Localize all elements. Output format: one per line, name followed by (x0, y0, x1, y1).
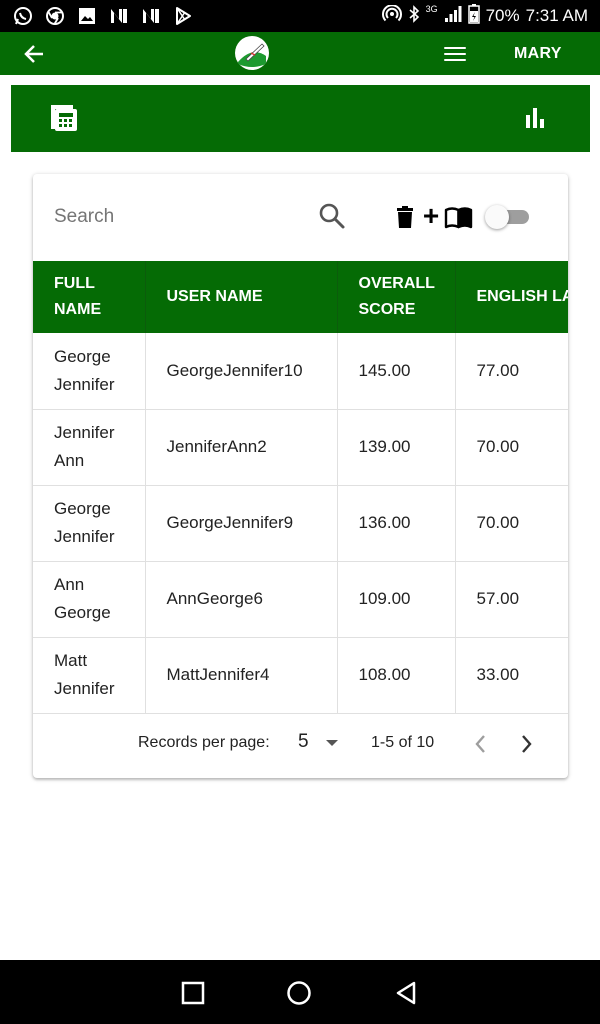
cell-overall-score: 108.00 (337, 637, 456, 714)
calculator-button[interactable] (49, 103, 79, 133)
table-header-row: FULL NAME USER NAME OVERALL SCORE ENGLIS… (33, 261, 568, 333)
table-row[interactable]: Matt Jennifer MattJennifer4 108.00 33.00 (33, 637, 568, 714)
search-button[interactable] (317, 201, 347, 231)
cell-overall-score: 109.00 (337, 561, 456, 638)
cell-user-name: MattJennifer4 (145, 637, 338, 714)
bluetooth-icon (408, 4, 420, 28)
next-page-button[interactable] (516, 732, 536, 756)
header-full-name[interactable]: FULL NAME (33, 261, 146, 333)
plus-icon: + (422, 200, 440, 231)
app-bar: MARY (0, 32, 600, 75)
app-logo[interactable] (235, 36, 269, 70)
pagination: Records per page: 5 1-5 of 10 (33, 718, 568, 768)
back-nav-button[interactable] (393, 980, 419, 1006)
image-icon (76, 5, 98, 27)
user-name[interactable]: MARY (514, 45, 562, 63)
cell-full-name: Matt Jennifer (33, 637, 146, 714)
hamburger-icon-line (444, 59, 466, 61)
open-book-icon (444, 207, 473, 229)
cell-full-name: Jennifer Ann (33, 409, 146, 486)
add-button[interactable]: + (419, 200, 443, 231)
play-store-icon (172, 5, 194, 27)
page-range: 1-5 of 10 (371, 734, 435, 751)
cell-english-language: 77.00 (455, 333, 568, 410)
cell-full-name: Ann George (33, 561, 146, 638)
dropdown-arrow-icon[interactable] (326, 740, 338, 746)
chevron-right-icon (522, 735, 532, 753)
home-button[interactable] (286, 980, 312, 1006)
cell-english-language: 33.00 (455, 637, 568, 714)
hotspot-icon (381, 3, 402, 28)
cell-user-name: GeorgeJennifer10 (145, 333, 338, 410)
cell-overall-score: 139.00 (337, 409, 456, 486)
battery-percent: 70% (485, 6, 520, 25)
recents-button[interactable] (180, 980, 206, 1006)
battery-icon (467, 3, 480, 29)
hamburger-icon-line (444, 53, 466, 55)
system-nav-bar (0, 960, 600, 1024)
logo-icon (236, 37, 268, 69)
data-table-card: + FULL NAME USER NAME OVERALL SCORE ENGL… (33, 174, 568, 778)
cell-user-name: JenniferAnn2 (145, 409, 338, 486)
bar-chart-icon (526, 108, 544, 128)
arrow-back-icon (24, 45, 43, 63)
clock: 7:31 AM (525, 6, 588, 25)
network-type: 3G (425, 4, 438, 14)
cell-user-name: GeorgeJennifer9 (145, 485, 338, 562)
triangle-back-icon (396, 981, 416, 1005)
records-per-page-select[interactable]: 5 (298, 731, 309, 753)
toggle-thumb (485, 205, 509, 229)
n-app-icon (108, 5, 130, 27)
chevron-left-icon (475, 735, 485, 753)
toolbar (11, 85, 590, 152)
header-user-name[interactable]: USER NAME (145, 261, 338, 333)
book-button[interactable] (444, 205, 473, 229)
header-english-language[interactable]: ENGLISH LANGUAGE (455, 261, 568, 333)
hamburger-icon-line (444, 47, 466, 49)
delete-button[interactable] (393, 205, 417, 229)
chrome-icon (44, 5, 66, 27)
table-row[interactable]: George Jennifer GeorgeJennifer9 136.00 7… (33, 485, 568, 562)
n-app-icon (140, 5, 162, 27)
search-icon (319, 203, 345, 229)
cell-english-language: 70.00 (455, 485, 568, 562)
table-row[interactable]: George Jennifer GeorgeJennifer10 145.00 … (33, 333, 568, 410)
cell-overall-score: 145.00 (337, 333, 456, 410)
square-icon (181, 981, 205, 1005)
trash-icon (397, 206, 413, 228)
table-row[interactable]: Jennifer Ann JenniferAnn2 139.00 70.00 (33, 409, 568, 486)
cell-user-name: AnnGeorge6 (145, 561, 338, 638)
back-button[interactable] (20, 40, 48, 68)
search-input[interactable] (54, 202, 314, 232)
signal-icon (444, 5, 462, 28)
cell-overall-score: 136.00 (337, 485, 456, 562)
calculator-icon (51, 105, 77, 131)
menu-button[interactable] (442, 42, 468, 66)
header-overall-score[interactable]: OVERALL SCORE (337, 261, 456, 333)
cell-english-language: 57.00 (455, 561, 568, 638)
circle-icon (287, 981, 311, 1005)
whatsapp-icon (12, 5, 34, 27)
status-bar: 3G 70% 7:31 AM (0, 0, 600, 32)
previous-page-button[interactable] (471, 732, 491, 756)
records-per-page-label: Records per page: (138, 734, 270, 751)
cell-full-name: George Jennifer (33, 485, 146, 562)
table-row[interactable]: Ann George AnnGeorge6 109.00 57.00 (33, 561, 568, 638)
cell-full-name: George Jennifer (33, 333, 146, 410)
chart-button[interactable] (522, 105, 548, 131)
cell-english-language: 70.00 (455, 409, 568, 486)
data-table: FULL NAME USER NAME OVERALL SCORE ENGLIS… (33, 261, 568, 714)
toggle-switch[interactable] (485, 205, 531, 229)
